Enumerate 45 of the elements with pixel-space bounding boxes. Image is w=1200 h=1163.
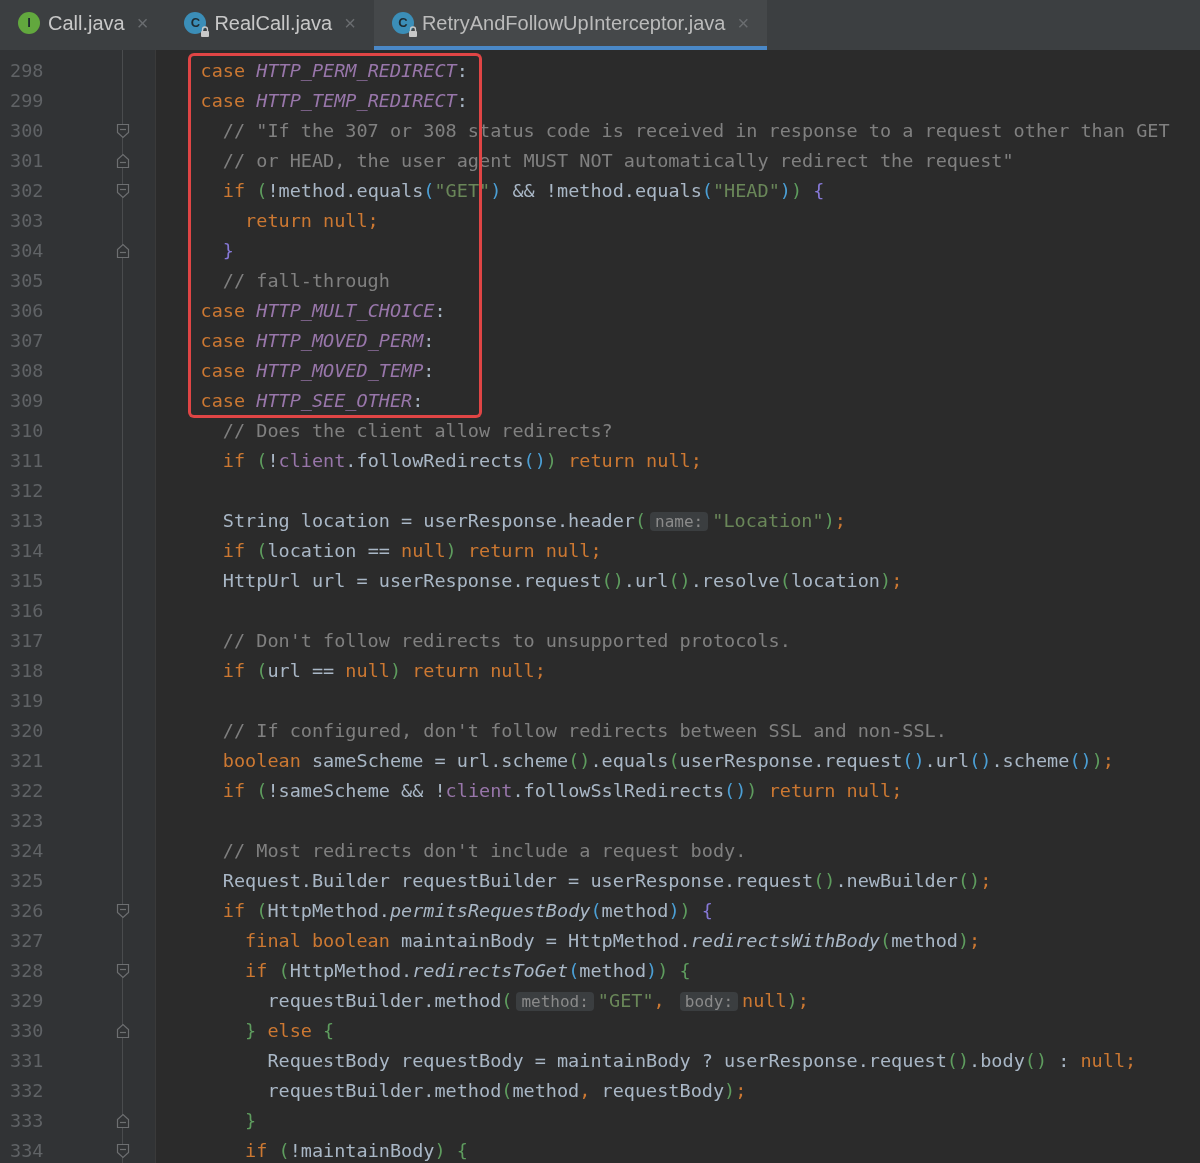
code-line: if (!maintainBody) { — [244, 1139, 468, 1163]
code-line: if (location == null) return null; — [221, 539, 602, 563]
fold-marker-icon[interactable] — [116, 243, 130, 259]
file-type-icon: C — [184, 12, 207, 34]
fold-marker-icon[interactable] — [116, 123, 130, 139]
code-line: RequestBody requestBody = maintainBody ? userResponse.request().body() : null; — [266, 1049, 1137, 1073]
code-line: // Most redirects don't include a request body. — [221, 839, 747, 863]
fold-marker-icon[interactable] — [116, 1023, 130, 1039]
code-line: String location = userResponse.header( name: "Location"); — [221, 508, 846, 533]
fold-marker-icon[interactable] — [116, 963, 130, 979]
editor-tab[interactable]: C RealCall.java × — [166, 0, 374, 50]
fold-marker-icon[interactable] — [116, 153, 130, 169]
code-line: // fall-through — [221, 269, 390, 293]
fold-marker-icon[interactable] — [116, 903, 130, 919]
code-line: // If configured, don't follow redirects between SSL and non-SSL. — [221, 719, 947, 743]
file-type-icon: C — [391, 12, 414, 34]
editor-tab[interactable]: C RetryAndFollowUpInterceptor.java × — [373, 0, 768, 50]
code-line: if (!client.followRedirects()) return null; — [221, 449, 702, 473]
code-line: // Don't follow redirects to unsupported protocols. — [221, 629, 791, 653]
code-line: boolean sameScheme = url.scheme().equals(userResponse.request().url().scheme()); — [221, 749, 1114, 773]
fold-marker-icon[interactable] — [116, 1143, 130, 1159]
code-line: if (HttpMethod.permitsRequestBody(method)) { — [221, 899, 713, 923]
code-line: case HTTP_MOVED_TEMP: — [199, 359, 435, 383]
code-line: Request.Builder requestBuilder = userResponse.request().newBuilder(); — [221, 869, 992, 893]
code-line: if (!sameScheme && !client.followSslRedirects()) return null; — [221, 779, 903, 803]
code-line: } — [244, 1109, 257, 1133]
code-line: if (HttpMethod.redirectsToGet(method)) { — [244, 959, 691, 983]
code-line: final boolean maintainBody = HttpMethod.redirectsWithBody(method); — [244, 929, 981, 953]
code-line: } — [221, 239, 234, 263]
code-line: case HTTP_SEE_OTHER: — [199, 389, 424, 413]
code-line: } else { — [244, 1019, 335, 1043]
code-line: requestBuilder.method(method, requestBody); — [266, 1079, 747, 1103]
code-line: if (url == null) return null; — [221, 659, 546, 683]
code-line: // Does the client allow redirects? — [221, 419, 613, 443]
fold-marker-icon[interactable] — [116, 183, 130, 199]
code-line: return null; — [244, 209, 379, 233]
code-line: case HTTP_MULT_CHOICE: — [199, 299, 446, 323]
code-line: requestBuilder.method( method: "GET", body: null); — [266, 988, 809, 1013]
code-line: case HTTP_TEMP_REDIRECT: — [199, 89, 468, 113]
editor-tab[interactable]: I Call.java × — [0, 0, 167, 50]
code-line: HttpUrl url = userResponse.request().url().resolve(location); — [221, 569, 903, 593]
code-line: case HTTP_PERM_REDIRECT: — [199, 59, 468, 83]
code-line: case HTTP_MOVED_PERM: — [199, 329, 435, 353]
file-type-icon: I — [18, 12, 40, 34]
fold-marker-icon[interactable] — [116, 1113, 130, 1129]
